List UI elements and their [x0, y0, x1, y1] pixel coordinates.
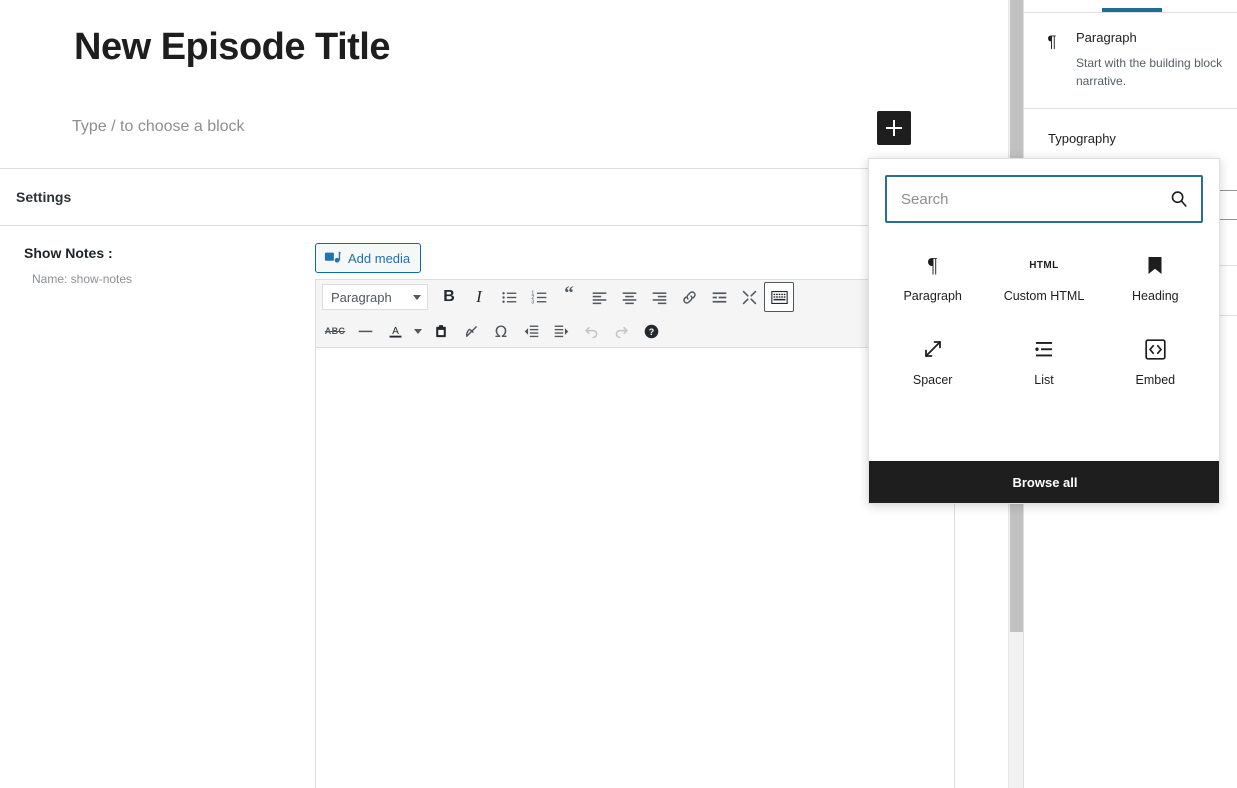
sidebar-active-tab-indicator — [1102, 8, 1162, 12]
block-item-label: Embed — [1135, 373, 1176, 387]
tinymce-toolbar-row-1: Paragraph B I 1 2 3 “ — [316, 280, 954, 314]
block-inserter-search-wrapper — [869, 159, 1219, 223]
tinymce-content-area[interactable] — [315, 347, 955, 788]
typography-panel-heading[interactable]: Typography — [1048, 131, 1116, 146]
redo-button[interactable] — [606, 316, 636, 346]
block-inserter-grid: ¶ Paragraph HTML Custom HTML Heading Spa… — [869, 223, 1219, 395]
block-card-title: Paragraph — [1076, 30, 1137, 45]
undo-button[interactable] — [576, 316, 606, 346]
settings-panel: Settings Show Notes : Name: show-notes A… — [0, 168, 1008, 788]
svg-text:3: 3 — [531, 299, 534, 305]
text-color-dropdown-icon[interactable] — [410, 316, 426, 346]
block-inserter-search-box[interactable] — [885, 175, 1203, 223]
classic-editor: Add media Paragraph B I 1 2 3 “ ABC A Ω … — [315, 243, 955, 788]
svg-text:?: ? — [648, 327, 653, 337]
add-media-icon — [324, 249, 342, 267]
numbered-list-button[interactable]: 1 2 3 — [524, 282, 554, 312]
block-item-label: Spacer — [912, 373, 953, 387]
add-media-button[interactable]: Add media — [315, 243, 422, 273]
align-left-button[interactable] — [584, 282, 614, 312]
format-select[interactable]: Paragraph — [322, 284, 428, 310]
fullscreen-button[interactable] — [734, 282, 764, 312]
tinymce-toolbar-row-2: ABC A Ω ? — [316, 314, 954, 348]
pilcrow-icon: ¶ — [927, 252, 938, 277]
block-item-label: List — [1034, 373, 1054, 387]
bulleted-list-button[interactable] — [494, 282, 524, 312]
settings-panel-heading: Settings — [16, 189, 72, 205]
align-center-button[interactable] — [614, 282, 644, 312]
tinymce-toolbar: Paragraph B I 1 2 3 “ ABC A Ω ? — [315, 279, 955, 347]
format-select-value: Paragraph — [331, 289, 392, 305]
keyboard-shortcuts-button[interactable]: ? — [636, 316, 666, 346]
read-more-button[interactable] — [704, 282, 734, 312]
settings-divider — [0, 225, 1008, 226]
italic-button[interactable]: I — [464, 282, 494, 312]
code-brackets-icon — [1143, 337, 1167, 361]
insert-link-button[interactable] — [674, 282, 704, 312]
block-item-label: Paragraph — [903, 289, 962, 303]
blockquote-button[interactable]: “ — [554, 282, 584, 312]
post-title[interactable]: New Episode Title — [74, 24, 390, 70]
block-item-list[interactable]: List — [988, 329, 1099, 395]
block-item-custom-html[interactable]: HTML Custom HTML — [988, 245, 1099, 311]
block-item-embed[interactable]: Embed — [1100, 329, 1211, 395]
decrease-indent-button[interactable] — [516, 316, 546, 346]
paste-as-text-button[interactable] — [426, 316, 456, 346]
sidebar-tabbar — [1024, 0, 1237, 13]
add-media-label: Add media — [348, 250, 411, 266]
toolbar-toggle-button[interactable] — [764, 282, 794, 312]
text-color-button[interactable]: A — [380, 316, 410, 346]
align-right-button[interactable] — [644, 282, 674, 312]
chevron-down-icon — [413, 294, 421, 300]
increase-indent-button[interactable] — [546, 316, 576, 346]
block-item-spacer[interactable]: Spacer — [877, 329, 988, 395]
special-character-button[interactable]: Ω — [486, 316, 516, 346]
strikethrough-button[interactable]: ABC — [320, 316, 350, 346]
block-card: ¶ Paragraph Start with the building bloc… — [1024, 14, 1237, 109]
show-notes-label: Show Notes : — [24, 245, 113, 261]
browse-all-button[interactable]: Browse all — [869, 461, 1219, 503]
horizontal-line-button[interactable] — [350, 316, 380, 346]
block-item-heading[interactable]: Heading — [1100, 245, 1211, 311]
block-item-label: Heading — [1132, 289, 1179, 303]
block-item-label: Custom HTML — [1003, 289, 1085, 303]
block-inserter-search-input[interactable] — [887, 177, 1201, 221]
bold-button[interactable]: B — [434, 282, 464, 312]
svg-text:A: A — [392, 326, 399, 337]
list-icon — [1032, 337, 1056, 361]
block-card-description: Start with the building block narrative. — [1076, 56, 1223, 88]
clear-formatting-button[interactable] — [456, 316, 486, 346]
bookmark-icon — [1143, 253, 1167, 277]
show-notes-field-name: Name: show-notes — [32, 272, 133, 286]
empty-block-prompt[interactable]: Type / to choose a block — [72, 116, 245, 138]
add-block-button[interactable] — [877, 111, 911, 145]
block-item-paragraph[interactable]: ¶ Paragraph — [877, 245, 988, 311]
block-inserter-popover: ¶ Paragraph HTML Custom HTML Heading — [868, 158, 1220, 504]
editor-canvas: New Episode Title Type / to choose a blo… — [0, 0, 1008, 788]
html-icon: HTML — [1029, 259, 1059, 271]
resize-arrows-icon — [921, 337, 945, 361]
search-icon — [1169, 189, 1189, 209]
pilcrow-icon: ¶ — [1047, 32, 1057, 51]
